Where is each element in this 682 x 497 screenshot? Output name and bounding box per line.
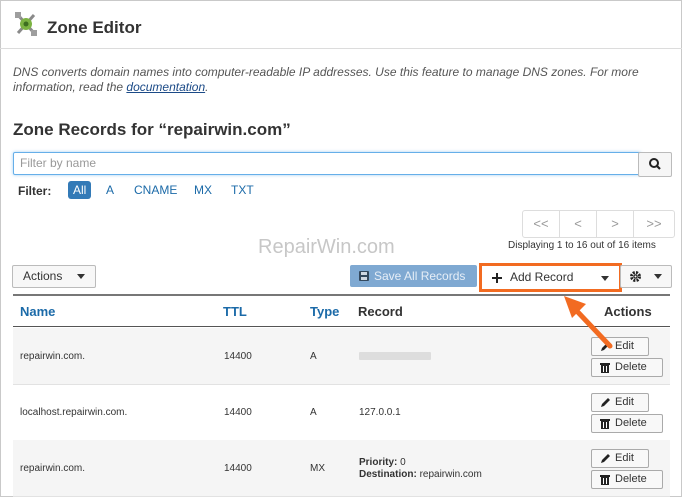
caret-down-icon — [77, 274, 85, 279]
last-page-button[interactable]: >> — [634, 211, 674, 237]
first-page-button[interactable]: << — [523, 211, 560, 237]
filter-by-name-input[interactable]: Filter by name — [13, 152, 641, 175]
documentation-link[interactable]: documentation — [126, 80, 205, 94]
record-name: repairwin.com. — [20, 463, 86, 474]
plus-icon — [492, 273, 502, 283]
filter-label: Filter: — [18, 184, 52, 198]
record-destination: Destination: repairwin.com — [359, 469, 482, 480]
delete-button[interactable]: Delete — [591, 414, 663, 433]
watermark: RepairWin.com — [258, 236, 395, 258]
record-type: A — [310, 351, 317, 362]
record-value: 127.0.0.1 — [359, 407, 401, 418]
trash-icon — [600, 419, 610, 429]
table-row: localhost.repairwin.com. 14400 A 127.0.0… — [13, 384, 670, 441]
actions-label: Actions — [23, 269, 63, 283]
search-button[interactable] — [638, 152, 672, 177]
column-header-type[interactable]: Type — [310, 304, 339, 319]
pencil-icon — [601, 454, 610, 463]
save-icon — [359, 271, 369, 281]
description-suffix: . — [205, 80, 209, 94]
priority-label: Priority: — [359, 457, 398, 468]
delete-label: Delete — [615, 473, 647, 485]
prev-page-button[interactable]: < — [560, 211, 597, 237]
filter-all[interactable]: All — [68, 181, 92, 199]
zone-editor-logo-icon — [15, 12, 37, 36]
gear-icon — [630, 271, 641, 282]
edit-button[interactable]: Edit — [591, 449, 649, 468]
trash-icon — [600, 475, 610, 485]
add-record-button[interactable]: Add Record — [479, 263, 622, 292]
filter-a[interactable]: A — [106, 181, 114, 199]
search-icon — [649, 158, 661, 170]
destination-label: Destination: — [359, 469, 417, 480]
save-all-label: Save All Records — [374, 269, 466, 283]
record-priority: Priority: 0 — [359, 457, 406, 468]
page-header: Zone Editor — [0, 0, 682, 49]
settings-dropdown[interactable] — [620, 265, 672, 288]
save-all-records-button[interactable]: Save All Records — [350, 265, 477, 287]
displaying-count: Displaying 1 to 16 out of 16 items — [508, 240, 656, 251]
record-name: localhost.repairwin.com. — [20, 407, 128, 418]
record-ttl: 14400 — [224, 463, 252, 474]
record-name: repairwin.com. — [20, 351, 86, 362]
next-page-button[interactable]: > — [597, 211, 634, 237]
delete-label: Delete — [615, 417, 647, 429]
pagination: << < > >> — [522, 210, 675, 238]
priority-value: 0 — [400, 457, 406, 468]
record-ttl: 14400 — [224, 407, 252, 418]
record-ttl: 14400 — [224, 351, 252, 362]
record-type: A — [310, 407, 317, 418]
page-title: Zone Editor — [47, 18, 142, 37]
destination-value: repairwin.com — [419, 469, 482, 480]
edit-label: Edit — [615, 452, 634, 464]
table-row: repairwin.com. 14400 MX Priority: 0 Dest… — [13, 440, 670, 497]
delete-button[interactable]: Delete — [591, 358, 663, 377]
pencil-icon — [601, 398, 610, 407]
annotation-arrow-icon — [564, 296, 613, 349]
record-type: MX — [310, 463, 325, 474]
caret-down-icon — [601, 276, 609, 281]
delete-button[interactable]: Delete — [591, 470, 663, 489]
actions-dropdown[interactable]: Actions — [12, 265, 96, 288]
filter-mx[interactable]: MX — [194, 181, 212, 199]
zone-records-title: Zone Records for “repairwin.com” — [13, 120, 291, 139]
column-header-record: Record — [358, 304, 403, 319]
trash-icon — [600, 363, 610, 373]
description-text: DNS converts domain names into computer-… — [13, 65, 639, 94]
record-value-blurred — [359, 352, 431, 360]
page-description: DNS converts domain names into computer-… — [13, 65, 673, 95]
caret-down-icon — [654, 274, 662, 279]
add-record-label: Add Record — [510, 270, 574, 284]
filter-txt[interactable]: TXT — [231, 181, 254, 199]
filter-cname[interactable]: CNAME — [134, 181, 177, 199]
edit-button[interactable]: Edit — [591, 393, 649, 412]
edit-label: Edit — [615, 396, 634, 408]
column-header-name[interactable]: Name — [20, 304, 55, 319]
column-header-ttl[interactable]: TTL — [223, 304, 247, 319]
delete-label: Delete — [615, 361, 647, 373]
